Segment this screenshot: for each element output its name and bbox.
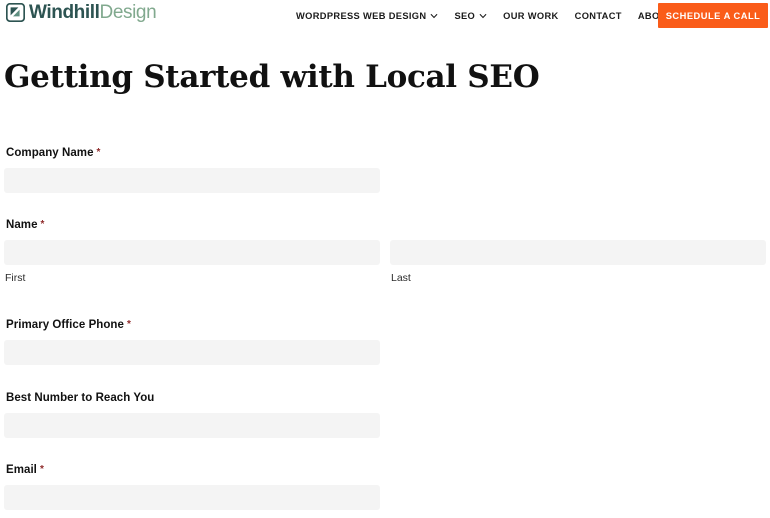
nav-item-label: CONTACT <box>574 10 622 21</box>
field-group-best-number-to-reach-you: Best Number to Reach You <box>4 391 766 438</box>
nav-item-label: OUR WORK <box>503 10 559 21</box>
page-title: Getting Started with Local SEO <box>4 59 540 95</box>
schedule-a-call-button[interactable]: SCHEDULE A CALL <box>658 3 768 28</box>
field-column-spacer <box>390 168 766 193</box>
field-column-spacer <box>390 485 766 510</box>
field-row <box>4 168 766 193</box>
field-label-email: Email * <box>6 463 766 477</box>
field-label-primary-office-phone: Primary Office Phone * <box>6 318 766 332</box>
first-name-sub-label: First <box>5 272 26 284</box>
first-name-input[interactable] <box>4 240 380 265</box>
field-row <box>4 485 766 510</box>
required-asterisk: * <box>96 147 101 158</box>
field-row <box>4 413 766 438</box>
last-name-sub-label: Last <box>391 272 411 284</box>
main-navigation: WORDPRESS WEB DESIGN SEO OUR WORK CONTAC… <box>296 0 693 31</box>
nav-item-seo[interactable]: SEO <box>446 11 495 21</box>
field-column <box>4 485 380 510</box>
brand-name-secondary: Design <box>99 2 157 23</box>
best-number-to-reach-you-input[interactable] <box>4 413 380 438</box>
brand-wordmark: WindhillDesign <box>29 2 157 23</box>
field-label-name: Name * <box>6 218 766 232</box>
field-label-text: Email <box>6 464 37 476</box>
field-label-company-name: Company Name * <box>6 146 766 160</box>
field-column-last: Last <box>390 240 766 285</box>
required-asterisk: * <box>39 464 44 475</box>
field-label-text: Name <box>6 219 38 231</box>
field-label-text: Primary Office Phone <box>6 319 124 331</box>
required-asterisk: * <box>40 219 45 230</box>
nav-item-label: WORDPRESS WEB DESIGN <box>296 10 427 21</box>
field-column-spacer <box>390 340 766 365</box>
company-name-input[interactable] <box>4 168 380 193</box>
nav-item-label: SEO <box>454 10 476 21</box>
brand-name-primary: Windhill <box>29 2 100 23</box>
chevron-down-icon <box>479 12 487 20</box>
required-asterisk: * <box>126 319 131 330</box>
field-label-text: Best Number to Reach You <box>6 392 155 404</box>
field-label-best-number-to-reach-you: Best Number to Reach You <box>6 391 766 405</box>
field-group-email: Email * <box>4 463 766 510</box>
field-group-primary-office-phone: Primary Office Phone * <box>4 318 766 365</box>
field-column <box>4 168 380 193</box>
field-row: First Last <box>4 240 766 285</box>
email-input[interactable] <box>4 485 380 510</box>
chevron-down-icon <box>430 12 438 20</box>
field-row <box>4 340 766 365</box>
last-name-input[interactable] <box>390 240 766 265</box>
nav-item-wordpress-web-design[interactable]: WORDPRESS WEB DESIGN <box>296 11 446 21</box>
nav-item-contact[interactable]: CONTACT <box>567 11 630 21</box>
field-column-spacer <box>390 413 766 438</box>
nav-item-our-work[interactable]: OUR WORK <box>495 11 566 21</box>
field-column <box>4 340 380 365</box>
field-column-first: First <box>4 240 380 285</box>
field-column <box>4 413 380 438</box>
windhill-logo-icon <box>5 2 26 23</box>
site-header: WindhillDesign WORDPRESS WEB DESIGN SEO … <box>0 0 770 31</box>
primary-office-phone-input[interactable] <box>4 340 380 365</box>
field-group-company-name: Company Name * <box>4 146 766 193</box>
brand-logo-link[interactable]: WindhillDesign <box>5 2 157 23</box>
field-label-text: Company Name <box>6 147 94 159</box>
field-group-name: Name * First Last <box>4 218 766 285</box>
